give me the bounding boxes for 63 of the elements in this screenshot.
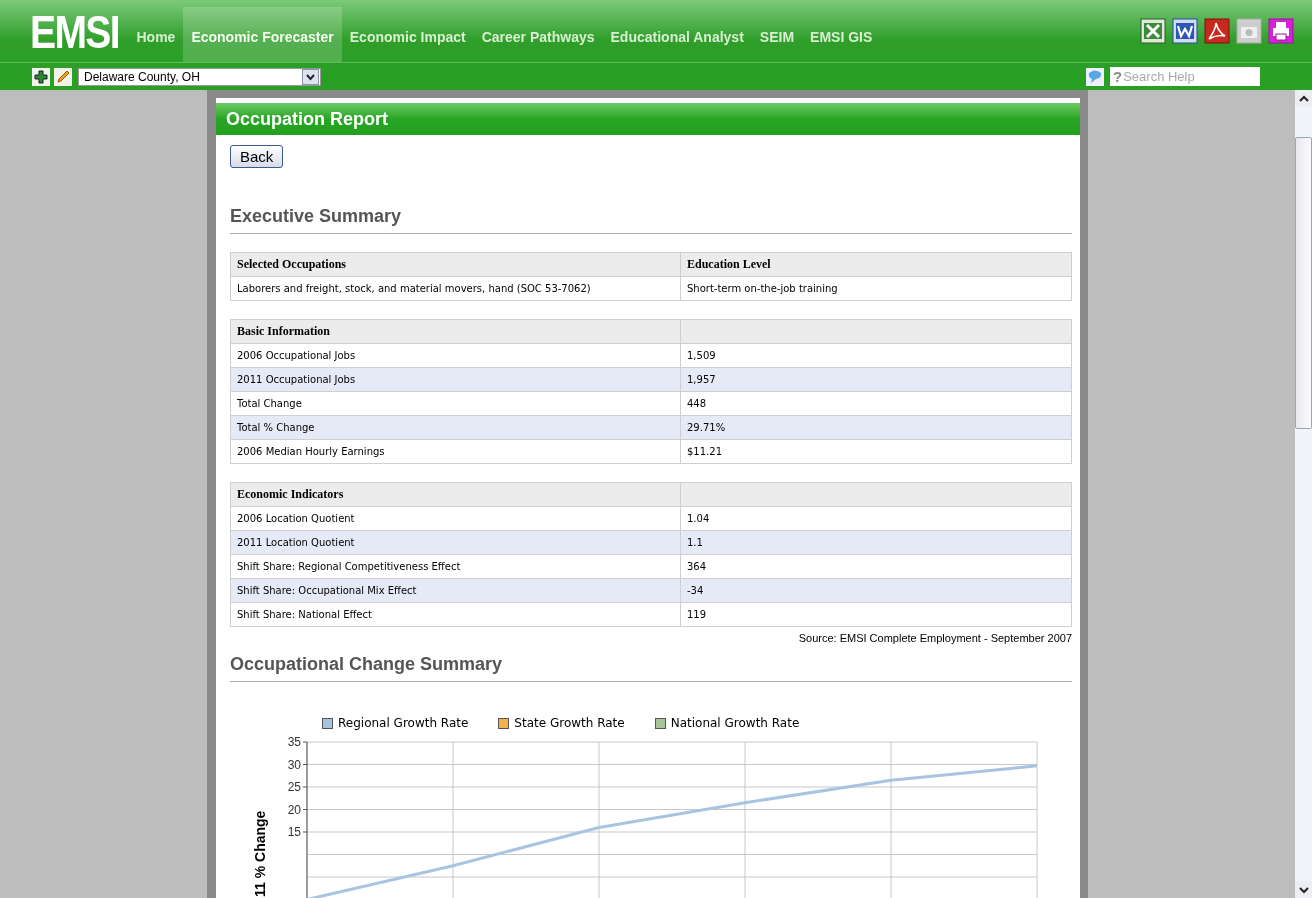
section-heading: Executive Summary	[230, 206, 1072, 234]
pdf-icon[interactable]	[1204, 18, 1230, 44]
scroll-up-icon[interactable]	[1295, 90, 1312, 107]
table-cell: 1.1	[680, 530, 1072, 555]
document-icon[interactable]	[1172, 18, 1198, 44]
nav-tab[interactable]: Educational Analyst	[602, 7, 752, 62]
caret-icon[interactable]	[302, 68, 319, 85]
nav-tab[interactable]: Economic Impact	[341, 7, 474, 62]
camera-icon[interactable]	[1236, 18, 1262, 44]
column-header: Selected Occupations	[230, 252, 681, 277]
table-cell: Total % Change	[230, 415, 681, 440]
pencil-icon[interactable]	[54, 67, 72, 86]
scroll-down-icon[interactable]	[1295, 881, 1312, 898]
source-note: Source: EMSI Complete Employment - September 2007	[797, 632, 1072, 644]
scrollbar-thumb[interactable]	[1295, 137, 1312, 429]
nav-tab[interactable]: Home	[128, 7, 184, 62]
back-button[interactable]: Back	[230, 145, 284, 168]
column-header: Education Level	[680, 252, 1072, 277]
section-heading: Occupational Change Summary	[230, 654, 1072, 682]
help-icon: ?	[1113, 68, 1123, 85]
axis-tick-label: 20	[287, 802, 301, 817]
nav-tab[interactable]: EMSI GIS	[802, 7, 881, 62]
table-cell: 2011 Occupational Jobs	[230, 367, 681, 392]
legend-label: State Growth Rate	[514, 716, 625, 730]
table-cell: 2006 Median Hourly Earnings	[230, 439, 681, 464]
table-cell: 2006 Occupational Jobs	[230, 343, 681, 368]
table-cell: 364	[680, 554, 1072, 579]
add-icon[interactable]	[32, 67, 50, 86]
table-cell: 1,509	[680, 343, 1072, 368]
column-header: Basic Information	[230, 319, 681, 344]
table-cell: Shift Share: Occupational Mix Effect	[230, 578, 681, 603]
printer-icon[interactable]	[1268, 18, 1294, 44]
table-cell: 2006 Location Quotient	[230, 506, 681, 531]
axis-tick-label: 35	[287, 735, 301, 749]
axis-tick-label: 15	[287, 825, 301, 839]
search-box[interactable]: ?Search Help	[1110, 67, 1260, 86]
axis-title: 11 % Change	[252, 809, 268, 897]
legend-label: Regional Growth Rate	[338, 716, 469, 730]
chat-icon[interactable]	[1086, 67, 1104, 86]
table-cell: Short-term on-the-job training	[680, 276, 1072, 301]
table-cell: 1,957	[680, 367, 1072, 392]
column-header: Economic Indicators	[230, 482, 681, 507]
nav-tab[interactable]: Economic Forecaster	[183, 7, 342, 62]
table-cell: Total Change	[230, 391, 681, 416]
table-cell: 119	[680, 602, 1072, 627]
spreadsheet-icon[interactable]	[1140, 18, 1166, 44]
region-dropdown[interactable]: Delaware County, OH	[78, 67, 321, 86]
table-cell: Laborers and freight, stock, and material movers, hand (SOC 53-7062)	[230, 276, 681, 301]
nav-tab[interactable]: SEIM	[751, 7, 803, 62]
table-cell: Shift Share: National Effect	[230, 602, 681, 627]
legend-label: National Growth Rate	[670, 716, 800, 730]
logo: EMSI	[30, 6, 119, 58]
table-cell: 1.04	[680, 506, 1072, 531]
axis-tick-label: 25	[287, 780, 301, 794]
axis-tick-label: 30	[287, 757, 301, 772]
table-cell: 448	[680, 391, 1072, 416]
nav-tab[interactable]: Career Pathways	[473, 7, 603, 62]
table-cell: 29.71%	[680, 415, 1072, 440]
table-cell: $11.21	[680, 439, 1072, 464]
table-cell: Shift Share: Regional Competitiveness Effect	[230, 554, 681, 579]
table-cell: 2011 Location Quotient	[230, 530, 681, 555]
table-cell: -34	[680, 578, 1072, 603]
panel-title: Occupation Report	[216, 103, 1080, 135]
